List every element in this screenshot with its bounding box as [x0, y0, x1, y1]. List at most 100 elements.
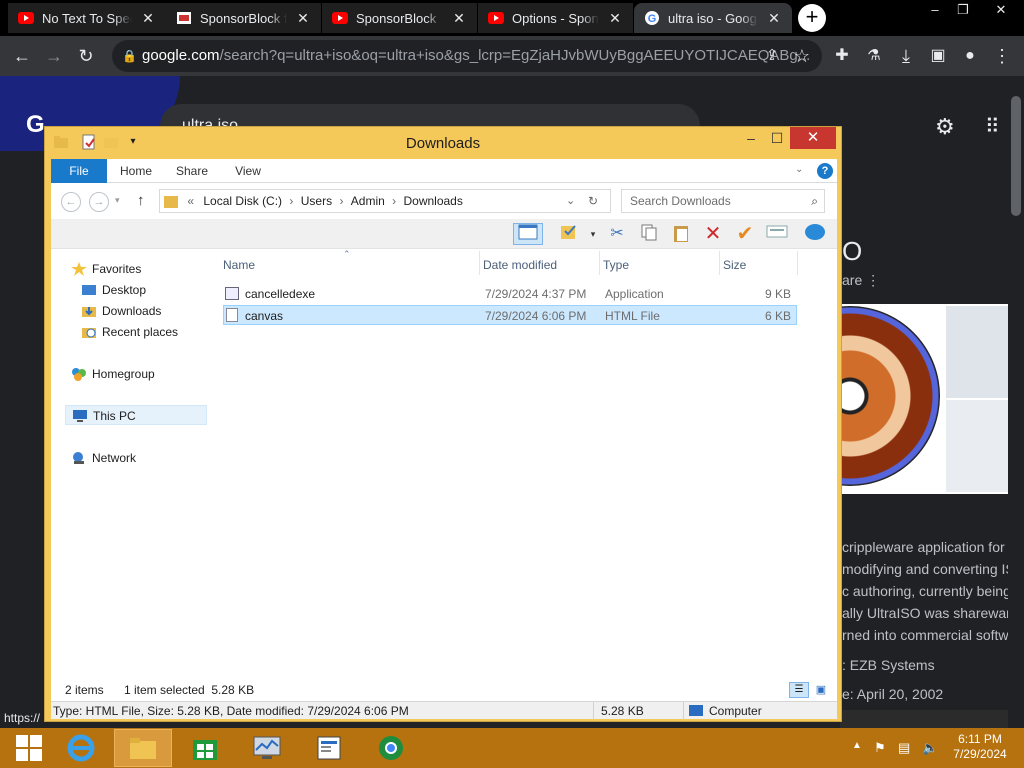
- cut-icon[interactable]: ✂: [605, 223, 629, 245]
- nav-favorites[interactable]: Favorites: [71, 259, 141, 279]
- kp-thumbnail-1[interactable]: [946, 306, 1008, 398]
- nav-homegroup[interactable]: Homegroup: [71, 364, 155, 384]
- tab-no-text-to-speech[interactable]: No Text To Speech ✕: [8, 3, 166, 33]
- monitor-app-icon[interactable]: [238, 729, 296, 767]
- nav-this-pc[interactable]: This PC: [65, 405, 207, 425]
- minimize-button[interactable]: –: [920, 0, 950, 22]
- open-blue-gem-icon[interactable]: [803, 223, 827, 245]
- close-icon[interactable]: ✕: [607, 10, 623, 27]
- tab-sponsorblock-for-youtube[interactable]: SponsorBlock for YouTube ✕: [166, 3, 321, 33]
- properties-window-icon[interactable]: [765, 223, 789, 245]
- page-scrollbar[interactable]: [1008, 76, 1024, 728]
- column-date-modified[interactable]: Date modified: [483, 255, 557, 275]
- nav-recent-places[interactable]: Recent places: [81, 322, 178, 342]
- crumb-separator-icon[interactable]: ›: [392, 194, 396, 208]
- kp-description-line: ally UltraISO was sharewar: [842, 605, 1008, 621]
- clock-date: 7/29/2024: [953, 747, 1007, 761]
- apps-grid-icon[interactable]: ⠿: [985, 114, 1000, 139]
- tab-share[interactable]: Share: [171, 159, 213, 183]
- preview-pane-icon[interactable]: [513, 223, 543, 245]
- close-window-button[interactable]: ✕: [986, 0, 1016, 22]
- nav-desktop[interactable]: Desktop: [81, 280, 146, 300]
- close-icon[interactable]: ✕: [451, 10, 467, 27]
- reload-icon[interactable]: ↻: [74, 44, 98, 68]
- lab-flask-icon[interactable]: ⚗: [862, 44, 886, 68]
- copy-icon[interactable]: [637, 223, 661, 245]
- menu-kebab-icon[interactable]: ⋮: [990, 44, 1014, 68]
- column-type[interactable]: Type: [603, 255, 629, 275]
- column-name[interactable]: Name: [223, 255, 255, 275]
- expand-ribbon-icon[interactable]: ⌄: [795, 164, 803, 175]
- delete-icon[interactable]: ✕: [701, 223, 725, 245]
- volume-muted-icon[interactable]: 🔈: [922, 740, 938, 756]
- back-button[interactable]: ←: [61, 192, 81, 212]
- forward-icon[interactable]: →: [42, 44, 66, 68]
- address-bar[interactable]: 🔒 google.com/search?q=ultra+iso&oq=ultra…: [112, 40, 822, 72]
- tab-view[interactable]: View: [227, 159, 269, 183]
- download-icon[interactable]: ⤓: [894, 44, 918, 68]
- crumb-admin[interactable]: Admin: [351, 194, 385, 208]
- file-row[interactable]: cancelledexe 7/29/2024 4:37 PM Applicati…: [223, 284, 797, 304]
- maximize-button[interactable]: ☐: [763, 127, 791, 149]
- document-app-icon[interactable]: [300, 729, 358, 767]
- crumb-users[interactable]: Users: [301, 194, 332, 208]
- bookmark-star-icon[interactable]: ☆: [790, 44, 814, 68]
- tab-home[interactable]: Home: [115, 159, 157, 183]
- recent-locations-icon[interactable]: ▾: [115, 195, 120, 206]
- network-tray-icon[interactable]: ▤: [898, 740, 910, 756]
- share-icon[interactable]: ⇪: [760, 44, 784, 68]
- new-tab-button[interactable]: +: [798, 4, 826, 32]
- crumb-separator-icon[interactable]: ›: [289, 194, 293, 208]
- store-icon[interactable]: [176, 729, 234, 767]
- column-size[interactable]: Size: [723, 255, 746, 275]
- nav-downloads[interactable]: Downloads: [81, 301, 161, 321]
- nav-network[interactable]: Network: [71, 448, 136, 468]
- action-center-flag-icon[interactable]: ⚑: [874, 740, 886, 756]
- minimize-button[interactable]: –: [737, 127, 765, 149]
- search-downloads-input[interactable]: Search Downloads ⌕: [621, 189, 825, 213]
- address-breadcrumb[interactable]: « Local Disk (C:) › Users › Admin › Down…: [159, 189, 611, 213]
- restore-button[interactable]: ❐: [948, 0, 978, 22]
- overflow-chevron-icon[interactable]: «: [187, 194, 194, 208]
- start-button[interactable]: [0, 729, 58, 767]
- large-icons-view-icon[interactable]: ▣: [813, 682, 829, 698]
- paste-icon[interactable]: [669, 223, 693, 245]
- rename-check-icon[interactable]: ✔: [733, 223, 757, 245]
- file-type: HTML File: [605, 309, 660, 323]
- details-location: Computer: [709, 704, 762, 718]
- show-hidden-icons[interactable]: ▲: [852, 740, 862, 751]
- forward-button[interactable]: →: [89, 192, 109, 212]
- tab-options-sponsorblock[interactable]: Options - SponsorBlock ✕: [478, 3, 633, 33]
- checklist-icon[interactable]: [557, 223, 581, 245]
- address-dropdown-icon[interactable]: ⌄: [566, 190, 575, 212]
- internet-explorer-icon[interactable]: [52, 729, 110, 767]
- system-clock[interactable]: 6:11 PM 7/29/2024: [945, 732, 1015, 762]
- file-row-selected[interactable]: canvas 7/29/2024 6:06 PM HTML File 6 KB: [223, 305, 797, 325]
- close-button[interactable]: ✕: [790, 127, 836, 149]
- profile-avatar-icon[interactable]: ●: [958, 44, 982, 68]
- tab-ultra-iso-google[interactable]: G ultra iso - Google Search ✕: [634, 3, 792, 33]
- dropdown-arrow-icon[interactable]: ▾: [581, 223, 605, 245]
- refresh-icon[interactable]: ↻: [588, 190, 598, 212]
- details-view-icon[interactable]: ☰: [789, 682, 809, 698]
- close-icon[interactable]: ✕: [140, 10, 156, 27]
- file-explorer-icon[interactable]: [114, 729, 172, 767]
- horizontal-scrollbar[interactable]: [840, 710, 1008, 728]
- chrome-icon[interactable]: [362, 729, 420, 767]
- back-icon[interactable]: ←: [10, 44, 34, 68]
- kp-thumbnail-2[interactable]: [946, 400, 1008, 492]
- explorer-titlebar[interactable]: ▾ Downloads – ☐ ✕: [45, 127, 841, 157]
- tab-sponsorblock[interactable]: SponsorBlock ✕: [322, 3, 477, 33]
- side-panel-icon[interactable]: ▣: [926, 44, 950, 68]
- help-icon[interactable]: ?: [817, 163, 833, 179]
- kp-share[interactable]: are ⋮: [842, 272, 880, 289]
- extensions-puzzle-icon[interactable]: ✚: [830, 44, 854, 68]
- crumb-local-disk[interactable]: Local Disk (C:): [203, 194, 282, 208]
- crumb-downloads[interactable]: Downloads: [403, 194, 462, 208]
- close-icon[interactable]: ✕: [295, 10, 311, 27]
- settings-gear-icon[interactable]: ⚙: [935, 114, 955, 140]
- close-icon[interactable]: ✕: [766, 10, 782, 27]
- up-arrow-icon[interactable]: ↑: [137, 192, 145, 209]
- tab-file[interactable]: File: [51, 159, 107, 183]
- crumb-separator-icon[interactable]: ›: [339, 194, 343, 208]
